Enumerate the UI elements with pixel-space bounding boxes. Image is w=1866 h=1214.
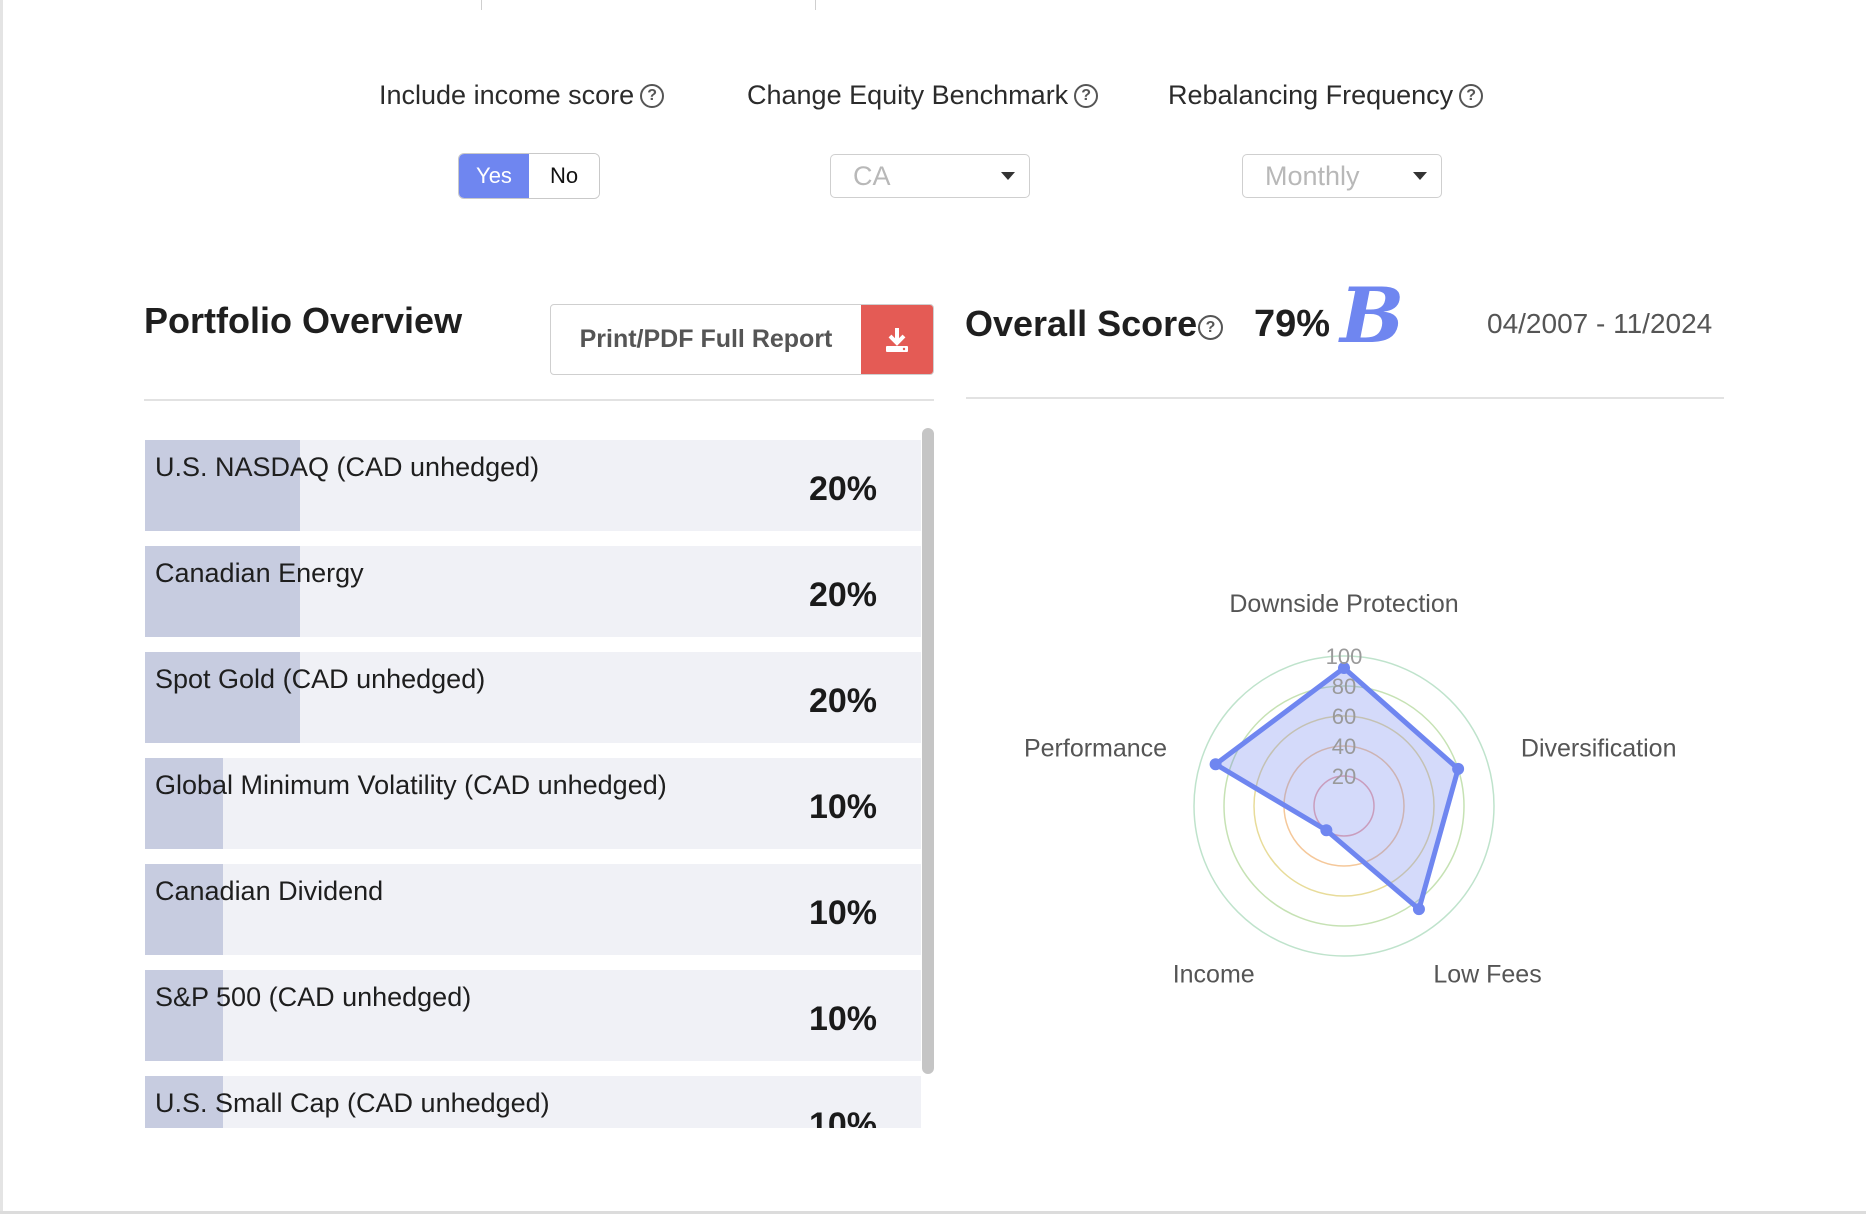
toggle-yes-button[interactable]: Yes	[459, 154, 529, 198]
holding-name: Canadian Dividend	[155, 876, 384, 906]
rebalancing-label: Rebalancing Frequency	[1168, 80, 1454, 110]
overall-score-title: Overall Score	[965, 303, 1198, 344]
holding-name: Global Minimum Volatility (CAD unhedged)	[155, 770, 667, 800]
chevron-down-icon	[1413, 172, 1427, 180]
list-item[interactable]: U.S. NASDAQ (CAD unhedged) 20%	[145, 440, 921, 531]
list-item[interactable]: Canadian Energy 20%	[145, 546, 921, 637]
toggle-no-button[interactable]: No	[529, 154, 599, 198]
rebalancing-setting: Rebalancing Frequency ?	[1168, 80, 1484, 111]
radar-tick-label: 60	[1332, 704, 1356, 729]
benchmark-select[interactable]: CA	[830, 154, 1030, 198]
holding-percent: 10%	[808, 1106, 877, 1128]
portfolio-overview-title: Portfolio Overview	[144, 300, 463, 341]
help-icon[interactable]: ?	[1074, 83, 1099, 108]
list-item[interactable]: S&P 500 (CAD unhedged) 10%	[145, 970, 921, 1061]
divider	[144, 399, 934, 401]
tab-divider	[481, 0, 482, 10]
date-range: 04/2007 - 11/2024	[1487, 308, 1713, 339]
radar-tick-label: 80	[1332, 674, 1356, 699]
holding-percent: 20%	[808, 576, 877, 614]
radar-axis-label: Income	[1173, 960, 1255, 988]
overall-score-grade: B	[1340, 271, 1405, 360]
holding-name: U.S. NASDAQ (CAD unhedged)	[155, 452, 540, 482]
benchmark-value: CA	[853, 160, 891, 191]
divider	[966, 397, 1724, 399]
benchmark-setting: Change Equity Benchmark ?	[747, 80, 1099, 111]
list-item[interactable]: Canadian Dividend 10%	[145, 864, 921, 955]
income-score-setting: Include income score ?	[379, 80, 665, 111]
holdings-list[interactable]: U.S. NASDAQ (CAD unhedged) 20% Canadian …	[145, 440, 921, 1128]
radar-data-point	[1320, 824, 1333, 837]
overall-score-percent: 79%	[1254, 303, 1331, 345]
tab-divider	[815, 0, 816, 10]
rebalancing-value: Monthly	[1265, 160, 1360, 191]
print-report-button[interactable]: Print/PDF Full Report	[550, 304, 934, 375]
radar-axis-label: Performance	[1024, 735, 1167, 763]
radar-tick-label: 40	[1332, 734, 1356, 759]
print-report-label: Print/PDF Full Report	[579, 325, 833, 353]
list-item[interactable]: U.S. Small Cap (CAD unhedged) 10%	[145, 1076, 921, 1128]
holding-name: S&P 500 (CAD unhedged)	[155, 982, 472, 1012]
rebalancing-select[interactable]: Monthly	[1242, 154, 1442, 198]
holding-name: Canadian Energy	[155, 558, 364, 588]
radar-axis-label: Downside Protection	[1229, 590, 1458, 618]
list-item[interactable]: Global Minimum Volatility (CAD unhedged)…	[145, 758, 921, 849]
radar-axis-label: Low Fees	[1433, 960, 1541, 988]
radar-data-point	[1209, 758, 1222, 771]
radar-tick-label: 100	[1326, 644, 1363, 669]
holding-percent: 10%	[808, 1000, 877, 1038]
income-score-label: Include income score	[379, 80, 635, 110]
radar-axis-label: Diversification	[1521, 735, 1677, 763]
radar-data-point	[1452, 762, 1465, 775]
holding-name: Spot Gold (CAD unhedged)	[155, 664, 486, 694]
download-icon[interactable]	[861, 305, 933, 374]
help-icon[interactable]: ?	[1459, 83, 1484, 108]
radar-data-point	[1412, 903, 1425, 916]
holding-name: U.S. Small Cap (CAD unhedged)	[155, 1088, 550, 1118]
help-icon[interactable]: ?	[1198, 315, 1223, 340]
list-scrollbar[interactable]	[922, 428, 934, 1074]
help-icon[interactable]: ?	[640, 83, 665, 108]
list-item[interactable]: Spot Gold (CAD unhedged) 20%	[145, 652, 921, 743]
chevron-down-icon	[1001, 172, 1015, 180]
holding-percent: 10%	[808, 788, 877, 826]
holding-percent: 10%	[808, 894, 877, 932]
score-radar-chart: 20 40 60 80 100 Downside Protection Diversific…	[1024, 590, 1677, 988]
income-score-toggle[interactable]: Yes No	[458, 153, 600, 199]
benchmark-label: Change Equity Benchmark	[747, 80, 1069, 110]
holding-percent: 20%	[808, 470, 877, 508]
page-border-left	[0, 0, 3, 1214]
radar-tick-label: 20	[1332, 764, 1356, 789]
holding-percent: 20%	[808, 682, 877, 720]
